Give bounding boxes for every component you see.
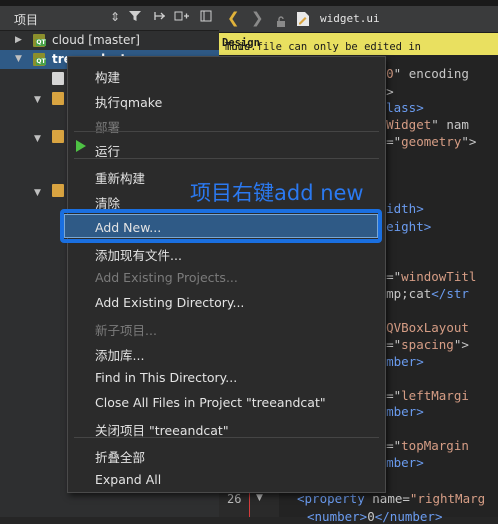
editor-tab-filename[interactable]: widget.ui: [320, 12, 380, 25]
menu-item[interactable]: 重新构建: [95, 168, 145, 187]
menu-item[interactable]: Expand All: [95, 472, 161, 487]
code-token: leftMargi: [401, 388, 469, 403]
menu-item[interactable]: 添加库...: [95, 345, 144, 364]
forms-folder-icon: [52, 184, 64, 197]
code-token: ">: [461, 134, 477, 149]
menu-item[interactable]: 执行qmake: [95, 92, 162, 111]
menu-separator: [74, 158, 379, 159]
menu-item[interactable]: Add Existing Directory...: [95, 295, 244, 310]
tree-item-cloud[interactable]: ▶ QT cloud [master]: [0, 31, 219, 50]
filter-icon[interactable]: [128, 10, 142, 25]
menu-separator: [74, 131, 379, 132]
tree-item-label: cloud [master]: [52, 33, 140, 47]
pro-file-icon: [52, 72, 64, 85]
expanded-arrow-icon: ▼: [34, 95, 41, 105]
forward-arrow-icon[interactable]: ❯: [251, 9, 264, 27]
code-token: " nam: [431, 117, 469, 132]
project-icon: QT: [33, 53, 46, 66]
menu-item: 新子项目...: [95, 323, 157, 338]
fold-arrow-icon[interactable]: ▼: [256, 493, 263, 503]
menu-item[interactable]: Find in This Directory...: [95, 370, 237, 385]
design-mode-notice: This file can only be edited in Design m…: [219, 33, 498, 55]
link-icon[interactable]: [153, 10, 167, 25]
project-panel-header: 项目 ⇕: [0, 6, 219, 31]
headers-folder-icon: [52, 92, 64, 105]
editor-toolbar: ❮ ❯ widget.ui: [219, 6, 498, 33]
menu-separator: [74, 437, 379, 438]
project-panel-title: 项目: [14, 13, 39, 27]
notice-suffix: mode.: [225, 41, 257, 53]
menu-item[interactable]: 折叠全部: [95, 447, 145, 466]
code-line-26: <property name="rightMarg: [297, 491, 486, 506]
close-panel-icon[interactable]: [200, 10, 212, 25]
split-icon[interactable]: [174, 10, 190, 25]
menu-item[interactable]: Add New...: [95, 220, 161, 235]
back-arrow-icon[interactable]: ❮: [227, 9, 240, 27]
lock-icon[interactable]: [276, 13, 286, 32]
menu-item[interactable]: 构建: [95, 67, 120, 86]
expanded-arrow-icon: ▼: [34, 188, 41, 198]
menu-item: Add Existing Projects...: [95, 270, 238, 285]
line-number: 26: [227, 492, 242, 506]
project-context-menu: 构建 执行qmake 部署 运行 重新构建 清除 Add New... 添加现有文件... Ad…: [60, 56, 386, 493]
code-token: windowTitl: [401, 269, 477, 284]
project-icon: QT: [33, 34, 46, 47]
sources-folder-icon: [52, 130, 64, 143]
menu-item[interactable]: Close All Files in Project "treeandcat": [95, 395, 326, 410]
ui-file-icon: [296, 11, 310, 31]
expanded-arrow-icon[interactable]: ▼: [15, 54, 22, 64]
code-token: ">: [453, 337, 469, 352]
annotation-text: 项目右键add new: [190, 181, 364, 205]
code-token: geometry: [401, 134, 462, 149]
collapsed-arrow-icon[interactable]: ▶: [15, 35, 22, 45]
sort-updown-icon[interactable]: ⇕: [110, 10, 120, 24]
menu-item: 部署: [95, 120, 121, 135]
code-token: " encoding: [393, 66, 469, 81]
code-token: spacing: [401, 337, 454, 352]
code-token: topMargin: [401, 438, 469, 453]
menu-item[interactable]: 添加现有文件...: [95, 245, 182, 264]
expanded-arrow-icon: ▼: [34, 134, 41, 144]
code-token: QVBoxLayout: [386, 320, 469, 335]
code-token: QWidget: [378, 117, 432, 132]
code-token: </str: [431, 286, 469, 301]
run-icon: [76, 140, 86, 152]
